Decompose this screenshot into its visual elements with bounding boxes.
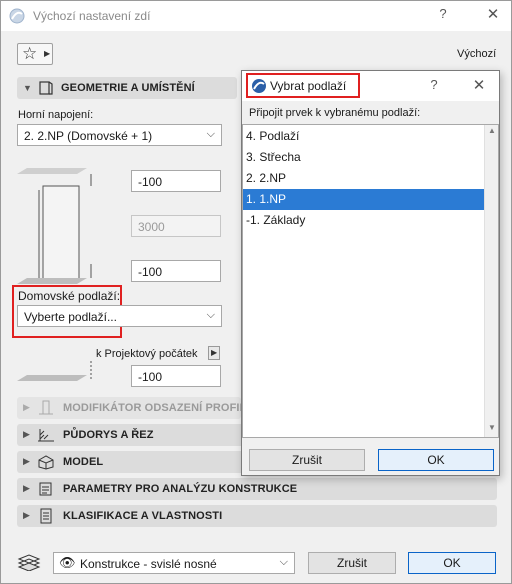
story-item[interactable]: -1. Základy bbox=[243, 210, 484, 231]
reference-label: k Projektový počátek bbox=[96, 348, 198, 360]
close-button[interactable]: ✕ bbox=[483, 5, 503, 23]
chevron-down-icon: ⌵ bbox=[206, 128, 215, 140]
classification-section-header[interactable]: ▶ KLASIFIKACE A VLASTNOSTI bbox=[17, 505, 497, 527]
geometry-icon bbox=[39, 81, 53, 95]
layer-stack-icon bbox=[17, 554, 41, 571]
select-story-dialog: Vybrat podlaží ? ✕ Připojit prvek k vybr… bbox=[241, 70, 500, 476]
floor-plan-icon bbox=[38, 429, 54, 442]
top-link-value: 2. 2.NP (Domovské + 1) bbox=[24, 129, 153, 143]
profile-offset-icon bbox=[39, 400, 53, 415]
model-icon bbox=[38, 455, 54, 470]
reference-offset-field[interactable]: -100 bbox=[131, 365, 221, 387]
scroll-down-icon[interactable]: ▼ bbox=[488, 423, 496, 432]
archicad-logo-icon bbox=[252, 79, 266, 93]
triangle-right-icon: ▶ bbox=[211, 348, 218, 357]
triangle-right-icon: ▶ bbox=[23, 402, 30, 412]
structural-analysis-section-header[interactable]: ▶ PARAMETRY PRO ANALÝZU KONSTRUKCE bbox=[17, 478, 497, 500]
story-item[interactable]: 2. 2.NP bbox=[243, 168, 484, 189]
cancel-button[interactable]: Zrušit bbox=[308, 552, 396, 574]
dialog-cancel-button[interactable]: Zrušit bbox=[249, 449, 365, 471]
triangle-right-icon: ▶ bbox=[44, 49, 51, 58]
chevron-down-icon: ⌵ bbox=[206, 309, 215, 321]
story-item[interactable]: 3. Střecha bbox=[243, 147, 484, 168]
home-story-value: Vyberte podlaží... bbox=[24, 310, 117, 324]
top-link-select[interactable]: 2. 2.NP (Domovské + 1) ⌵ bbox=[17, 124, 222, 146]
bottom-offset-field[interactable]: -100 bbox=[131, 260, 221, 282]
model-section-label: MODEL bbox=[63, 456, 104, 468]
dialog-ok-button[interactable]: OK bbox=[378, 449, 494, 471]
triangle-right-icon: ▶ bbox=[23, 429, 30, 439]
top-offset-field[interactable]: -100 bbox=[131, 170, 221, 192]
geometry-section-label: GEOMETRIE A UMÍSTĚNÍ bbox=[61, 82, 195, 94]
title-bar: Výchozí nastavení zdí ? ✕ bbox=[1, 1, 511, 31]
triangle-right-icon: ▶ bbox=[23, 456, 30, 466]
star-icon: ☆ bbox=[22, 44, 38, 63]
floor-plan-section-label: PŮDORYS A ŘEZ bbox=[63, 429, 154, 441]
structural-analysis-section-label: PARAMETRY PRO ANALÝZU KONSTRUKCE bbox=[63, 483, 298, 495]
profile-offset-section-header: ▶ MODIFIKÁTOR ODSAZENÍ PROFILU bbox=[17, 397, 254, 419]
window-title: Výchozí nastavení zdí bbox=[33, 9, 151, 23]
archicad-logo-icon bbox=[9, 8, 25, 24]
favorites-label: Výchozí bbox=[457, 48, 497, 60]
profile-offset-section-label: MODIFIKÁTOR ODSAZENÍ PROFILU bbox=[63, 402, 255, 414]
story-list: 4. Podlaží 3. Střecha 2. 2.NP 1. 1.NP -1… bbox=[242, 124, 499, 438]
help-button[interactable]: ? bbox=[433, 6, 453, 21]
triangle-right-icon: ▶ bbox=[23, 510, 30, 520]
scroll-up-icon[interactable]: ▲ bbox=[488, 126, 496, 135]
reference-level-icon bbox=[17, 361, 92, 381]
dialog-close-button[interactable]: ✕ bbox=[469, 76, 489, 94]
eye-icon: 👁 bbox=[59, 555, 76, 570]
dialog-help-button[interactable]: ? bbox=[424, 77, 444, 92]
home-story-select[interactable]: Vyberte podlaží... ⌵ bbox=[17, 305, 222, 327]
favorites-button[interactable]: ☆ ▶ bbox=[17, 43, 53, 65]
classification-icon bbox=[40, 508, 52, 524]
dialog-title-bar: Vybrat podlaží ? ✕ bbox=[242, 71, 499, 101]
geometry-section-header[interactable]: ▼ GEOMETRIE A UMÍSTĚNÍ bbox=[17, 77, 237, 99]
structural-analysis-icon bbox=[39, 482, 52, 496]
dialog-instruction: Připojit prvek k vybranému podlaží: bbox=[249, 107, 421, 119]
top-link-label: Horní napojení: bbox=[18, 109, 94, 121]
triangle-down-icon: ▼ bbox=[23, 83, 32, 93]
home-story-label: Domovské podlaží: bbox=[18, 289, 121, 303]
triangle-right-icon: ▶ bbox=[23, 483, 30, 493]
ok-button[interactable]: OK bbox=[408, 552, 496, 574]
layer-value: Konstrukce - svislé nosné bbox=[80, 557, 217, 571]
list-scrollbar[interactable]: ▲ ▼ bbox=[484, 125, 498, 437]
classification-section-label: KLASIFIKACE A VLASTNOSTI bbox=[63, 510, 223, 522]
wall-elevation-diagram-icon bbox=[17, 168, 92, 284]
story-item-selected[interactable]: 1. 1.NP bbox=[243, 189, 484, 210]
height-field: 3000 bbox=[131, 215, 221, 237]
story-item[interactable]: 4. Podlaží bbox=[243, 126, 484, 147]
chevron-down-icon: ⌵ bbox=[279, 556, 288, 568]
dialog-title: Vybrat podlaží bbox=[270, 79, 347, 93]
layer-select[interactable]: 👁 Konstrukce - svislé nosné ⌵ bbox=[53, 552, 295, 574]
reference-menu-button[interactable]: ▶ bbox=[208, 346, 220, 360]
